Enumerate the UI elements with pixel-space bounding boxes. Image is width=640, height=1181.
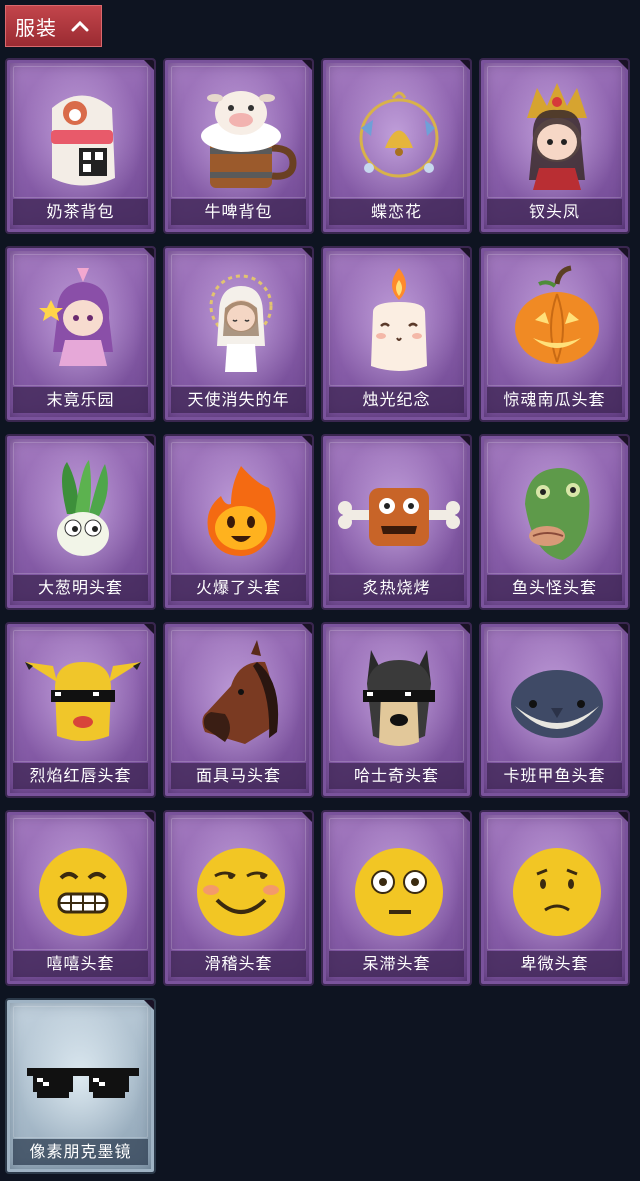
item-label: 滑稽头套: [171, 951, 306, 977]
butterfly-bell-icon: [359, 91, 439, 178]
horse-head-icon: [202, 640, 279, 744]
item-label: 面具马头套: [171, 763, 306, 789]
milk-tea-backpack-icon: [51, 95, 115, 186]
item-label: 烛光纪念: [329, 387, 464, 413]
costume-card[interactable]: 像素朋克墨镜: [5, 998, 156, 1174]
costume-card[interactable]: 烈焰红唇头套: [5, 622, 156, 798]
costume-card[interactable]: 卑微头套: [479, 810, 630, 986]
costume-card[interactable]: 呆滞头套: [321, 810, 472, 986]
costume-card[interactable]: 蝶恋花: [321, 58, 472, 234]
costume-card[interactable]: 卡班甲鱼头套: [479, 622, 630, 798]
item-label: 奶茶背包: [13, 199, 148, 225]
candle-icon: [371, 268, 427, 371]
costume-card[interactable]: 鱼头怪头套: [479, 434, 630, 610]
chevron-up-icon: [71, 20, 89, 32]
costume-card[interactable]: 钗头凤: [479, 58, 630, 234]
item-label: 牛啤背包: [171, 199, 306, 225]
costume-card[interactable]: 烛光纪念: [321, 246, 472, 422]
item-label: 卑微头套: [487, 951, 622, 977]
costume-card[interactable]: 火爆了头套: [163, 434, 314, 610]
costume-card[interactable]: 滑稽头套: [163, 810, 314, 986]
phoenix-crown-icon: [527, 83, 587, 190]
pumpkin-head-icon: [515, 265, 599, 364]
dazed-emoji-icon: [355, 848, 443, 936]
item-label: 烈焰红唇头套: [13, 763, 148, 789]
cow-beer-backpack-icon: [201, 91, 297, 188]
costume-card[interactable]: 奶茶背包: [5, 58, 156, 234]
dream-park-icon: [39, 268, 113, 366]
pixel-sunglasses-icon: [27, 1068, 139, 1098]
item-label: 火爆了头套: [171, 575, 306, 601]
costume-card[interactable]: 面具马头套: [163, 622, 314, 798]
yellow-mask-icon: [25, 662, 141, 741]
item-label: 嘻嘻头套: [13, 951, 148, 977]
fish-head-icon: [525, 468, 590, 560]
item-label: 蝶恋花: [329, 199, 464, 225]
item-label: 鱼头怪头套: [487, 575, 622, 601]
costume-card[interactable]: 牛啤背包: [163, 58, 314, 234]
costume-grid: 奶茶背包 牛啤背包 蝶恋花 钗头凤 末竟乐园 天使消失的年 烛光纪念 惊魂南瓜头…: [5, 58, 635, 1174]
item-label: 钗头凤: [487, 199, 622, 225]
item-label: 惊魂南瓜头套: [487, 387, 622, 413]
roast-meat-icon: [338, 488, 460, 546]
fire-head-icon: [207, 466, 276, 556]
item-label: 炙热烧烤: [329, 575, 464, 601]
item-label: 呆滞头套: [329, 951, 464, 977]
grin-emoji-icon: [39, 848, 127, 936]
costume-card[interactable]: 哈士奇头套: [321, 622, 472, 798]
fish-mask-icon: [511, 670, 603, 738]
section-title: 服装: [15, 15, 57, 40]
costume-card[interactable]: 末竟乐园: [5, 246, 156, 422]
costume-card[interactable]: 惊魂南瓜头套: [479, 246, 630, 422]
item-label: 天使消失的年: [171, 387, 306, 413]
husky-head-icon: [363, 650, 435, 746]
item-label: 哈士奇头套: [329, 763, 464, 789]
item-label: 像素朋克墨镜: [13, 1139, 148, 1165]
humble-emoji-icon: [513, 848, 601, 936]
costume-card[interactable]: 炙热烧烤: [321, 434, 472, 610]
costume-card[interactable]: 嘻嘻头套: [5, 810, 156, 986]
item-label: 卡班甲鱼头套: [487, 763, 622, 789]
item-label: 末竟乐园: [13, 387, 148, 413]
costume-card[interactable]: 大葱明头套: [5, 434, 156, 610]
scallion-head-icon: [57, 460, 109, 556]
costume-section-toggle[interactable]: 服装: [5, 5, 102, 47]
item-label: 大葱明头套: [13, 575, 148, 601]
funny-emoji-icon: [197, 848, 285, 936]
costume-card[interactable]: 天使消失的年: [163, 246, 314, 422]
angel-doll-icon: [209, 274, 273, 372]
